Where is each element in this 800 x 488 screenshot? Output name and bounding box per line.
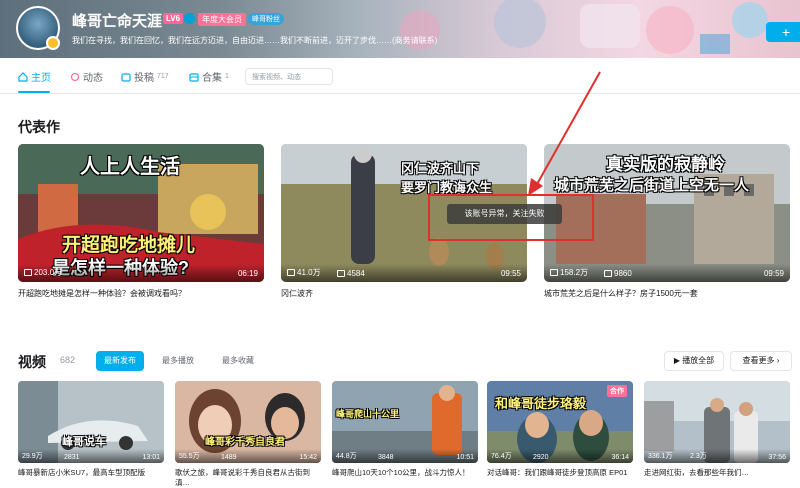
video-stats: 76.4万 2920 36:14 [487, 449, 633, 463]
featured-stats: 203.0万 06:19 [18, 264, 264, 282]
video-stats: 336.1万 2.3万 37:56 [644, 449, 790, 463]
view-count: 76.4万 [491, 453, 512, 460]
home-icon [18, 71, 28, 82]
user-signature: 我们在寻找，我们在回忆，我们在远方迈进，自由迈进……我们不断前进，迈开了步伐……… [72, 36, 438, 45]
tv-icon [121, 72, 131, 82]
video-card[interactable]: 峰哥彩千秀自良君 55.5万 1489 15:42 [175, 381, 321, 463]
video-title[interactable]: 歌伏之旅，峰哥说彩千秀自良君从古街到滇… [175, 468, 321, 488]
featured-title[interactable]: 冈仁波齐 [281, 288, 313, 299]
play-all-button[interactable]: ▶ 播放全部 [664, 351, 724, 371]
profile-nav: 主页 动态 投稿 717 合集 1 搜索视频、动态 [0, 58, 800, 94]
error-toast: 该账号异常，关注失败 [447, 204, 562, 224]
sort-latest-button[interactable]: 最新发布 [96, 351, 144, 371]
danmaku-icon [604, 270, 612, 277]
duration: 36:14 [611, 454, 629, 461]
featured-caption-top: 冈仁波齐山下 [401, 161, 480, 176]
video-stats: 29.9万 2831 13:01 [18, 449, 164, 463]
videos-count: 682 [60, 355, 76, 365]
gender-icon [184, 13, 195, 24]
video-title[interactable]: 走进网红街，去看那些年我们… [644, 468, 790, 488]
sort-most-played-button[interactable]: 最多播放 [154, 351, 202, 371]
video-card[interactable]: 合作 和峰哥徒步珞毅 76.4万 2920 36:14 [487, 381, 633, 463]
duration: 37:56 [768, 454, 786, 461]
video-title[interactable]: 峰哥爬山10天10个10公里，战斗力惊人！ [332, 468, 478, 488]
tab-collections[interactable]: 合集 1 [189, 69, 229, 84]
duration: 15:42 [299, 454, 317, 461]
video-card[interactable]: 336.1万 2.3万 37:56 [644, 381, 790, 463]
video-caption: 峰哥彩千秀自良君 [205, 437, 285, 448]
featured-title[interactable]: 城市荒芜之后是什么样子？房子1500元一套 [544, 288, 698, 299]
duration: 13:01 [142, 454, 160, 461]
featured-caption-bottom: 开超跑吃地摊儿 [62, 235, 196, 256]
view-count: 29.9万 [22, 453, 43, 460]
video-title[interactable]: 对话峰哥：我们跟峰哥徒步登顶高原 EP01 [487, 468, 633, 488]
view-count: 55.5万 [179, 453, 200, 460]
video-caption: 峰哥爬山十公里 [336, 409, 400, 419]
duration: 10:51 [456, 454, 474, 461]
tab-home-label: 主页 [31, 73, 51, 84]
danmaku-icon [337, 270, 345, 277]
videos-section-title: 视频 [18, 354, 46, 370]
featured-stats: 41.0万 4584 09:55 [281, 264, 527, 282]
sort-most-favorited-button[interactable]: 最多收藏 [214, 351, 262, 371]
vip-badge[interactable]: 年度大会员 [198, 13, 246, 26]
fan-medal-badge[interactable]: 峰哥粉丝 [248, 13, 284, 25]
space-search-input[interactable]: 搜索视频、动态 [245, 68, 333, 85]
tab-posts[interactable]: 投稿 717 [121, 69, 169, 84]
featured-title[interactable]: 开超跑吃地摊是怎样一种体验？会被调戏看吗？ [18, 288, 186, 299]
play-count-icon [287, 269, 295, 276]
collection-icon [189, 72, 199, 82]
featured-caption-top: 人上人生活 [80, 156, 180, 178]
video-card[interactable]: 峰哥说车 29.9万 2831 13:01 [18, 381, 164, 463]
tab-collections-count: 1 [225, 73, 229, 80]
video-tag-badge: 合作 [607, 385, 627, 397]
duration: 06:19 [237, 269, 258, 278]
follow-button[interactable]: + [766, 22, 800, 42]
play-count-icon [24, 269, 32, 276]
danmaku-count: 3848 [378, 454, 394, 461]
username: 峰哥亡命天涯 [72, 13, 163, 30]
danmaku-count: 4584 [347, 269, 365, 278]
video-caption: 和峰哥徒步珞毅 [495, 396, 587, 411]
tab-posts-count: 717 [157, 73, 169, 80]
view-count: 203.0万 [34, 268, 63, 277]
dynamic-icon [70, 72, 80, 81]
danmaku-count: 9860 [614, 269, 632, 278]
see-more-button[interactable]: 查看更多 › [730, 351, 792, 371]
banner-artwork [400, 0, 768, 54]
active-tab-indicator [18, 91, 50, 93]
video-stats: 44.8万 3848 10:51 [332, 449, 478, 463]
play-count-icon [550, 269, 558, 276]
featured-stats: 158.2万 9860 09:59 [544, 264, 790, 282]
featured-card[interactable]: 人上人生活 开超跑吃地摊儿 是怎样一种体验? 203.0万 06:19 [18, 144, 264, 282]
duration: 09:59 [763, 269, 784, 278]
tab-dynamic-label: 动态 [83, 73, 103, 84]
video-card[interactable]: 峰哥爬山十公里 44.8万 3848 10:51 [332, 381, 478, 463]
view-count: 41.0万 [297, 268, 321, 277]
featured-caption-top: 真实版的寂静岭 [606, 155, 725, 174]
video-caption: 峰哥说车 [62, 436, 106, 448]
featured-section-title: 代表作 [18, 119, 60, 135]
danmaku-count: 2831 [64, 454, 80, 461]
duration: 09:55 [500, 269, 521, 278]
tab-posts-label: 投稿 [134, 73, 154, 84]
danmaku-count: 1489 [221, 454, 237, 461]
danmaku-count: 2920 [533, 454, 549, 461]
video-stats: 55.5万 1489 15:42 [175, 449, 321, 463]
video-title[interactable]: 峰哥暴新店小米SU7，最高车型顶配版 [18, 468, 164, 488]
tab-collections-label: 合集 [202, 73, 222, 84]
tab-home[interactable]: 主页 [18, 69, 51, 84]
danmaku-count: 2.3万 [690, 453, 707, 460]
view-count: 44.8万 [336, 453, 357, 460]
level-badge: LV6 [163, 13, 184, 24]
view-count: 336.1万 [648, 453, 673, 460]
tab-dynamic[interactable]: 动态 [70, 69, 103, 84]
view-count: 158.2万 [560, 268, 589, 277]
featured-caption-bottom: 城市荒芜之后街道上空无一人 [554, 177, 750, 194]
verified-badge-icon [46, 36, 60, 50]
profile-banner: 峰哥亡命天涯 LV6 年度大会员 峰哥粉丝 我们在寻找，我们在回忆，我们在远方迈… [0, 0, 800, 58]
